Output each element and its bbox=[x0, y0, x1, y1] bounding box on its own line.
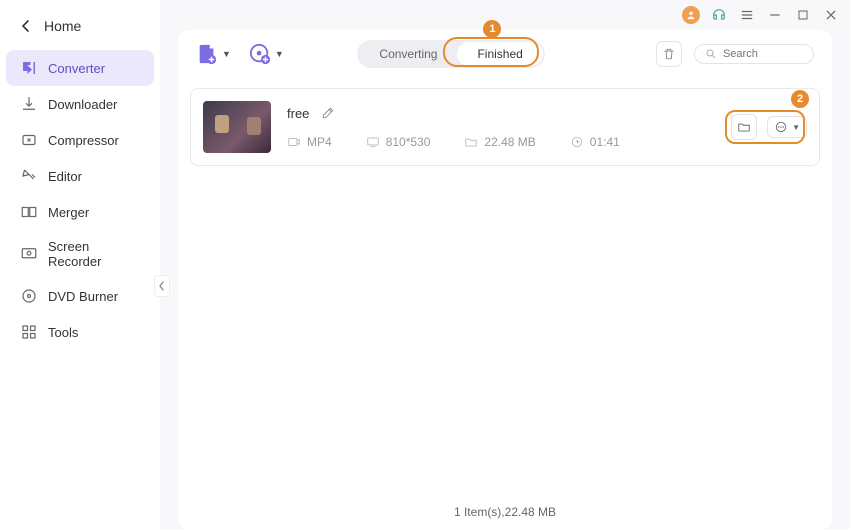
tabs: Converting Finished 1 bbox=[357, 40, 544, 68]
search-input[interactable] bbox=[723, 48, 808, 60]
maximize-icon[interactable] bbox=[794, 6, 812, 24]
titlebar bbox=[160, 0, 850, 30]
file-meta: free MP4 810*530 bbox=[287, 106, 731, 149]
sidebar-item-label: DVD Burner bbox=[48, 289, 118, 304]
sidebar-item-converter[interactable]: Converter bbox=[6, 50, 154, 86]
more-actions-button[interactable]: ▼ bbox=[767, 116, 807, 138]
dvd-burner-icon bbox=[20, 287, 38, 305]
compressor-icon bbox=[20, 131, 38, 149]
nav: Converter Downloader Compressor Editor bbox=[0, 50, 160, 350]
stat-duration-value: 01:41 bbox=[590, 135, 620, 149]
menu-icon[interactable] bbox=[738, 6, 756, 24]
sidebar-item-label: Tools bbox=[48, 325, 78, 340]
tools-icon bbox=[20, 323, 38, 341]
video-icon bbox=[287, 135, 301, 149]
more-icon bbox=[774, 120, 788, 134]
tab-converting[interactable]: Converting bbox=[359, 42, 457, 66]
open-folder-button[interactable] bbox=[731, 114, 757, 140]
resolution-icon bbox=[366, 135, 380, 149]
panel: ▼ ▼ Converting Finished 1 bbox=[178, 30, 832, 529]
sidebar-item-dvd-burner[interactable]: DVD Burner bbox=[0, 278, 160, 314]
sidebar: Home Converter Downloader Compressor bbox=[0, 0, 160, 529]
close-icon[interactable] bbox=[822, 6, 840, 24]
add-disc-icon bbox=[249, 43, 271, 65]
callout-badge-2: 2 bbox=[791, 90, 809, 108]
sidebar-item-label: Converter bbox=[48, 61, 105, 76]
clock-icon bbox=[570, 135, 584, 149]
stat-resolution: 810*530 bbox=[366, 135, 431, 149]
main: ▼ ▼ Converting Finished 1 bbox=[160, 0, 850, 529]
sidebar-item-editor[interactable]: Editor bbox=[0, 158, 160, 194]
caret-down-icon: ▼ bbox=[222, 49, 231, 59]
user-avatar[interactable] bbox=[682, 6, 700, 24]
stat-format-value: MP4 bbox=[307, 135, 332, 149]
minimize-icon[interactable] bbox=[766, 6, 784, 24]
merger-icon bbox=[20, 203, 38, 221]
sidebar-item-label: Editor bbox=[48, 169, 82, 184]
sidebar-item-screen-recorder[interactable]: Screen Recorder bbox=[0, 230, 160, 278]
search-box[interactable] bbox=[694, 44, 814, 64]
add-file-button[interactable]: ▼ bbox=[196, 43, 231, 65]
sidebar-item-label: Downloader bbox=[48, 97, 117, 112]
search-icon bbox=[705, 48, 717, 60]
sidebar-item-label: Screen Recorder bbox=[48, 239, 140, 269]
sidebar-item-label: Compressor bbox=[48, 133, 119, 148]
caret-down-icon: ▼ bbox=[792, 123, 800, 132]
downloader-icon bbox=[20, 95, 38, 113]
toolbar: ▼ ▼ Converting Finished 1 bbox=[178, 30, 832, 78]
sidebar-item-merger[interactable]: Merger bbox=[0, 194, 160, 230]
converter-icon bbox=[20, 59, 38, 77]
sidebar-item-label: Merger bbox=[48, 205, 89, 220]
sidebar-item-compressor[interactable]: Compressor bbox=[0, 122, 160, 158]
row-actions: ▼ 2 bbox=[731, 114, 807, 140]
sidebar-item-tools[interactable]: Tools bbox=[0, 314, 160, 350]
stat-size-value: 22.48 MB bbox=[484, 135, 535, 149]
back-icon[interactable] bbox=[20, 20, 32, 32]
sidebar-collapse-handle[interactable] bbox=[154, 275, 170, 297]
video-thumbnail bbox=[203, 101, 271, 153]
caret-down-icon: ▼ bbox=[275, 49, 284, 59]
editor-icon bbox=[20, 167, 38, 185]
add-disc-button[interactable]: ▼ bbox=[249, 43, 284, 65]
stat-resolution-value: 810*530 bbox=[386, 135, 431, 149]
stat-duration: 01:41 bbox=[570, 135, 620, 149]
home-label: Home bbox=[44, 18, 81, 34]
sidebar-item-downloader[interactable]: Downloader bbox=[0, 86, 160, 122]
folder-icon bbox=[464, 135, 478, 149]
rename-icon[interactable] bbox=[321, 106, 335, 120]
home-row[interactable]: Home bbox=[0, 10, 160, 50]
tab-finished[interactable]: Finished bbox=[457, 42, 542, 66]
screen-recorder-icon bbox=[20, 245, 38, 263]
stat-format: MP4 bbox=[287, 135, 332, 149]
callout-badge-1: 1 bbox=[483, 20, 501, 38]
file-list: free MP4 810*530 bbox=[178, 78, 832, 495]
delete-button[interactable] bbox=[656, 41, 682, 67]
stat-size: 22.48 MB bbox=[464, 135, 535, 149]
file-row[interactable]: free MP4 810*530 bbox=[190, 88, 820, 166]
add-file-icon bbox=[196, 43, 218, 65]
support-icon[interactable] bbox=[710, 6, 728, 24]
footer-status: 1 Item(s),22.48 MB bbox=[178, 495, 832, 529]
file-title: free bbox=[287, 106, 309, 121]
